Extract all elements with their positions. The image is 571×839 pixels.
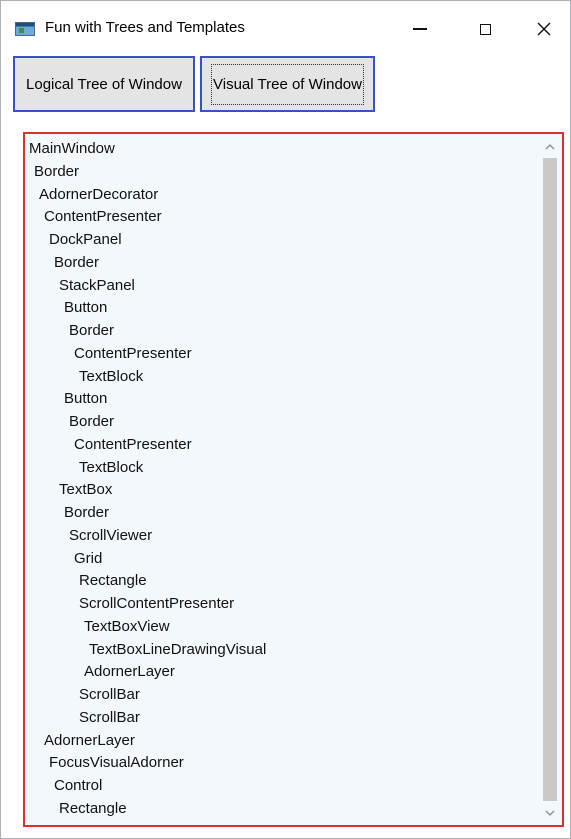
tree-node-item: ScrollContentPresenter: [79, 595, 235, 612]
tree-node-item: DockPanel: [49, 231, 122, 248]
tree-node-item: ScrollViewer: [69, 526, 153, 544]
tree-node-item: Rectangle: [79, 572, 147, 590]
window-app-icon: [15, 22, 35, 36]
maximize-icon: [479, 23, 491, 35]
minimize-icon: [413, 28, 427, 30]
tree-node-item: Border: [69, 413, 115, 430]
tree-node-item: ContentPresenter: [74, 435, 192, 453]
close-button[interactable]: [523, 11, 565, 47]
tree-node-item: ContentPresenter: [44, 208, 162, 226]
tree-node-item: ScrollBar: [79, 686, 140, 703]
tree-node-item: Button: [64, 390, 108, 408]
tree-node-item: TextBoxView: [84, 617, 170, 635]
visual-tree-button[interactable]: Visual Tree of Window: [200, 56, 375, 112]
logical-tree-button[interactable]: Logical Tree of Window: [13, 56, 195, 112]
logical-tree-button-label: Logical Tree of Window: [26, 75, 182, 93]
title-bar[interactable]: Fun with Trees and Templates: [1, 1, 570, 53]
tree-node-item: Rectangle: [59, 799, 127, 817]
tree-node-item: Border: [64, 504, 110, 521]
tree-node-item: Border: [69, 322, 115, 339]
tree-node-item: AdornerLayer: [44, 731, 135, 749]
tree-node-item: MainWindow: [29, 140, 115, 157]
visual-tree-button-label: Visual Tree of Window: [211, 63, 364, 105]
tree-node-item: AdornerDecorator: [39, 185, 159, 203]
scrollbar-thumb[interactable]: [543, 158, 557, 801]
tree-output-textbox[interactable]: MainWindow Border AdornerDecorator ContentP…: [23, 132, 564, 827]
minimize-button[interactable]: [399, 11, 441, 47]
tree-node-item: Grid: [74, 549, 103, 567]
tree-output-list: MainWindow Border AdornerDecorator ContentP…: [29, 138, 536, 825]
tree-node-item: ContentPresenter: [74, 344, 192, 362]
tree-node-item: TextBlock: [79, 458, 144, 476]
main-window: Fun with Trees and Templates Logical Tre…: [0, 0, 571, 839]
tree-node-item: TextBoxLineDrawingVisual: [89, 640, 267, 658]
tree-node-item: FocusVisualAdorner: [49, 754, 184, 772]
tree-node-item: Button: [64, 299, 108, 317]
tree-node-item: Border: [34, 162, 80, 180]
tree-node-item: TextBlock: [79, 367, 144, 385]
tree-node-item: Control: [54, 777, 103, 794]
tree-node-item: Border: [54, 253, 100, 271]
tree-node-item: AdornerLayer: [84, 663, 175, 681]
vertical-scrollbar[interactable]: [540, 136, 560, 823]
window-title: Fun with Trees and Templates: [45, 19, 245, 36]
scroll-down-arrow-icon[interactable]: [540, 803, 560, 823]
tree-node-item: TextBox: [59, 481, 113, 499]
maximize-button[interactable]: [464, 11, 506, 47]
tree-node-item: StackPanel: [59, 276, 135, 294]
tree-node-item: ScrollBar: [79, 708, 140, 726]
close-icon: [537, 22, 551, 36]
scroll-up-arrow-icon[interactable]: [540, 136, 560, 156]
chevron-down-icon: [545, 810, 555, 816]
chevron-up-icon: [545, 143, 555, 149]
